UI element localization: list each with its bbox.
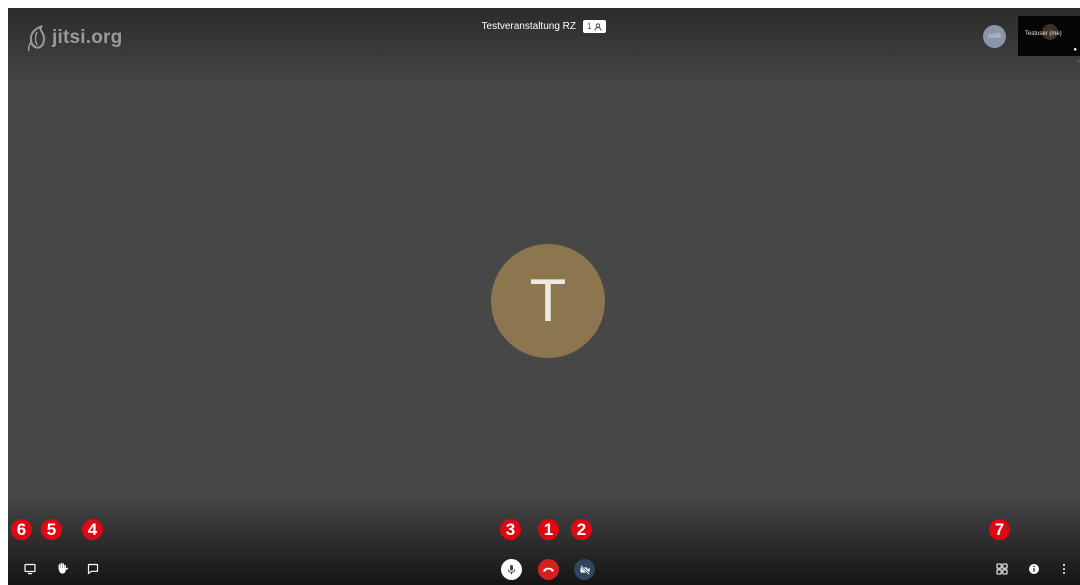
local-video-thumbnail[interactable]: Testuser (me) ●: [1018, 16, 1080, 56]
camera-off-icon: [579, 564, 590, 575]
annotation-marker-1: 1: [538, 519, 559, 540]
info-button[interactable]: [1026, 561, 1042, 577]
more-actions-button[interactable]: [1056, 561, 1072, 577]
annotation-marker-4: 4: [82, 519, 103, 540]
annotation-marker-7: 7: [989, 519, 1010, 540]
camera-button[interactable]: [574, 559, 595, 580]
microphone-button[interactable]: [501, 559, 522, 580]
annotation-marker-5: 5: [41, 519, 62, 540]
annotation-marker-3: 3: [500, 519, 521, 540]
thumbnail-name: Testuser (me): [1025, 31, 1062, 37]
video-stage: jitsi.org Testveranstaltung RZ 1 AGR Tes…: [8, 8, 1080, 585]
more-vertical-icon: [1063, 564, 1065, 574]
thumbnail-mic-icon: ●: [1073, 47, 1077, 53]
meeting-title: Testveranstaltung RZ: [481, 21, 577, 32]
large-avatar-initial: T: [529, 267, 567, 334]
monitor-icon: [24, 563, 36, 575]
annotation-marker-2: 2: [571, 519, 592, 540]
microphone-icon: [507, 565, 516, 575]
participant-count-badge[interactable]: 1: [583, 20, 607, 33]
participant-count: 1: [587, 22, 592, 31]
local-participant-avatar[interactable]: AGR: [983, 25, 1006, 48]
hangup-button[interactable]: [538, 559, 559, 580]
large-participant-avatar: T: [491, 244, 605, 358]
annotation-marker-6: 6: [11, 519, 32, 540]
raise-hand-button[interactable]: [54, 560, 70, 576]
participants-icon: [594, 22, 603, 31]
hangup-icon: [543, 567, 554, 572]
info-icon: [1029, 564, 1039, 574]
tile-view-icon: [996, 563, 1008, 575]
screen-share-button[interactable]: [22, 561, 38, 577]
chat-button[interactable]: [85, 561, 101, 577]
raise-hand-icon: [58, 562, 68, 574]
avatar-initials: AGR: [987, 33, 1001, 40]
conference-subject: Testveranstaltung RZ 1: [8, 20, 1080, 33]
chat-icon: [87, 563, 99, 575]
tile-view-button[interactable]: [994, 561, 1010, 577]
